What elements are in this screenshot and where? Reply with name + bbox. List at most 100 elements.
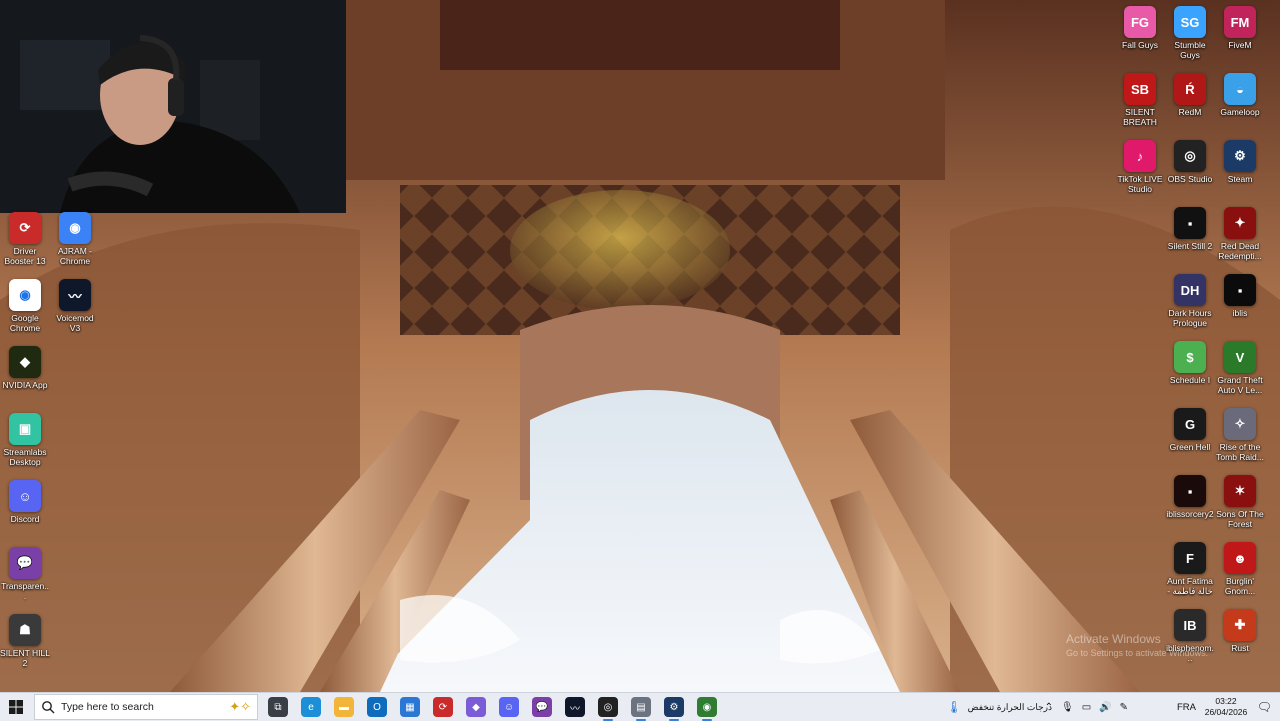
desktop-shortcut[interactable]: ⟳ Driver Booster 13	[0, 212, 50, 266]
shortcut-label: iblis	[1232, 308, 1248, 318]
desktop-shortcut[interactable]: ☗ SILENT HILL 2	[0, 614, 50, 668]
desktop-shortcut[interactable]: F Aunt Fatima - خالة فاطمة	[1165, 542, 1215, 596]
file-explorer-button[interactable]: ▬	[334, 697, 354, 717]
thermometer-icon: 🌡	[946, 700, 962, 714]
voicemod-icon: 〰	[59, 279, 91, 311]
chevron-up-icon[interactable]: ⌃	[1045, 702, 1053, 713]
weather-text: درجات الحرارة تنخفض	[967, 701, 1052, 712]
fivem-icon: FM	[1224, 6, 1256, 38]
tray-icons[interactable]: ⌃ 🎙 ▭ 🔊 ✎	[1045, 693, 1128, 721]
shortcut-label: TikTok LIVE Studio	[1117, 174, 1163, 194]
voicemod-button[interactable]: 〰	[565, 697, 585, 717]
streamlabs-icon: ▣	[9, 413, 41, 445]
desktop-shortcut[interactable]: FM FiveM	[1215, 6, 1265, 50]
person-with-headset	[0, 0, 346, 213]
store-button[interactable]: ▦	[400, 697, 420, 717]
shortcut-label: iblissorcery2	[1166, 509, 1214, 519]
silent-breath-icon: SB	[1124, 73, 1156, 105]
task-view-button[interactable]: ⧉	[268, 697, 288, 717]
chat-app-button[interactable]: 💬	[532, 697, 552, 717]
shortcut-label: Grand Theft Auto V Le...	[1217, 375, 1263, 395]
microphone-icon[interactable]: 🎙	[1061, 702, 1074, 713]
obs-button[interactable]: ◎	[598, 697, 618, 721]
desktop-shortcut[interactable]: ♪ TikTok LIVE Studio	[1115, 140, 1165, 194]
shortcut-label: Schedule I	[1169, 375, 1211, 385]
desktop-shortcut[interactable]: ▪ Silent Still 2	[1165, 207, 1215, 251]
outlook-button[interactable]: O	[367, 697, 387, 717]
clock[interactable]: 03:22 26/04/2026	[1202, 696, 1250, 718]
desktop-shortcut[interactable]: Ŕ RedM	[1165, 73, 1215, 117]
search-placeholder: Type here to search	[61, 701, 154, 713]
desktop-shortcut[interactable]: ▪ iblissorcery2	[1165, 475, 1215, 519]
desktop-shortcut[interactable]: ☻ Burglin' Gnom...	[1215, 542, 1265, 596]
desktop-shortcut[interactable]: ◎ OBS Studio	[1165, 140, 1215, 184]
sparkle-icon: ✦✧	[229, 699, 251, 714]
desktop-shortcut[interactable]: ✚ Rust	[1215, 609, 1265, 653]
aunt-fatima-icon: F	[1174, 542, 1206, 574]
obs-icon: ◎	[1174, 140, 1206, 172]
desktop-shortcut[interactable]: 〰 Voicemod V3	[50, 279, 100, 333]
windows-logo-icon	[9, 700, 23, 714]
silent-hill-icon: ☗	[9, 614, 41, 646]
shortcut-label: Driver Booster 13	[4, 246, 46, 266]
clock-time: 03:22	[1215, 696, 1237, 706]
shortcut-label: Voicemod V3	[56, 313, 94, 333]
shortcut-label: OBS Studio	[1167, 174, 1213, 184]
discord-button[interactable]: ☺	[499, 697, 519, 717]
visual-studio-button[interactable]: ◆	[466, 697, 486, 717]
sons-forest-icon: ✶	[1224, 475, 1256, 507]
notepad-button[interactable]: ▤	[631, 697, 651, 721]
desktop-shortcut[interactable]: ◉ Google Chrome	[0, 279, 50, 333]
tiktok-icon: ♪	[1124, 140, 1156, 172]
desktop-shortcut[interactable]: 💬 Transparen...	[0, 547, 50, 601]
search-box[interactable]: Type here to search ✦✧	[34, 694, 258, 720]
desktop-shortcut[interactable]: ✦ Red Dead Redempti...	[1215, 207, 1265, 261]
notification-icon[interactable]: 🗨	[1257, 693, 1272, 721]
red-dead-icon: ✦	[1224, 207, 1256, 239]
shortcut-label: Discord	[10, 514, 40, 524]
desktop-shortcut[interactable]: ✧ Rise of the Tomb Raid...	[1215, 408, 1265, 462]
chrome-button[interactable]: ◉	[697, 697, 717, 721]
shortcut-label: Steam	[1227, 174, 1253, 184]
desktop-shortcut[interactable]: ▣ Streamlabs Desktop	[0, 413, 50, 467]
volume-icon[interactable]: 🔊	[1099, 702, 1111, 713]
driver-booster-button[interactable]: ⟳	[433, 697, 453, 717]
network-icon[interactable]: ▭	[1082, 702, 1091, 713]
dark-hours-icon: DH	[1174, 274, 1206, 306]
desktop-shortcut[interactable]: ▪ iblis	[1215, 274, 1265, 318]
desktop-shortcut[interactable]: SG Stumble Guys	[1165, 6, 1215, 60]
language-indicator[interactable]: FRA	[1177, 693, 1196, 721]
clock-date: 26/04/2026	[1204, 707, 1248, 717]
webcam-overlay	[0, 0, 346, 213]
shortcut-label: Silent Still 2	[1167, 241, 1213, 251]
driver-booster-icon: ⟳	[9, 212, 41, 244]
desktop-shortcut[interactable]: SB SILENT BREATH	[1115, 73, 1165, 127]
steam-button[interactable]: ⚙	[664, 697, 684, 721]
shortcut-label: RedM	[1178, 107, 1202, 117]
desktop-shortcut[interactable]: ✶ Sons Of The Forest	[1215, 475, 1265, 529]
desktop-shortcut[interactable]: V Grand Theft Auto V Le...	[1215, 341, 1265, 395]
shortcut-label: FiveM	[1228, 40, 1252, 50]
desktop[interactable]: ⟳ Driver Booster 13 ◉ AJRAM - Chrome ◉ Google…	[0, 0, 1280, 692]
green-hell-icon: G	[1174, 408, 1206, 440]
desktop-shortcut[interactable]: ◉ AJRAM - Chrome	[50, 212, 100, 266]
shortcut-label: Rust	[1231, 643, 1249, 653]
desktop-shortcut[interactable]: FG Fall Guys	[1115, 6, 1165, 50]
edge-button[interactable]: e	[301, 697, 321, 717]
desktop-shortcut[interactable]: ◆ NVIDIA App	[0, 346, 50, 390]
desktop-shortcut[interactable]: ◒ Gameloop	[1215, 73, 1265, 117]
desktop-shortcut[interactable]: $ Schedule I	[1165, 341, 1215, 385]
desktop-shortcut[interactable]: ☺ Discord	[0, 480, 50, 524]
schedule-icon: $	[1174, 341, 1206, 373]
pen-icon[interactable]: ✎	[1120, 702, 1128, 713]
desktop-shortcut[interactable]: ⚙ Steam	[1215, 140, 1265, 184]
iblis-icon: ▪	[1224, 274, 1256, 306]
weather-widget[interactable]: 🌡 درجات الحرارة تنخفض	[946, 693, 1052, 721]
watermark-subtitle: Go to Settings to activate Windows.	[1066, 648, 1209, 658]
shortcut-label: Streamlabs Desktop	[3, 447, 47, 467]
desktop-shortcut[interactable]: G Green Hell	[1165, 408, 1215, 452]
start-button[interactable]	[4, 695, 28, 719]
shortcut-label: Stumble Guys	[1174, 40, 1206, 60]
shortcut-label: Fall Guys	[1122, 40, 1158, 50]
desktop-shortcut[interactable]: DH Dark Hours Prologue	[1165, 274, 1215, 328]
